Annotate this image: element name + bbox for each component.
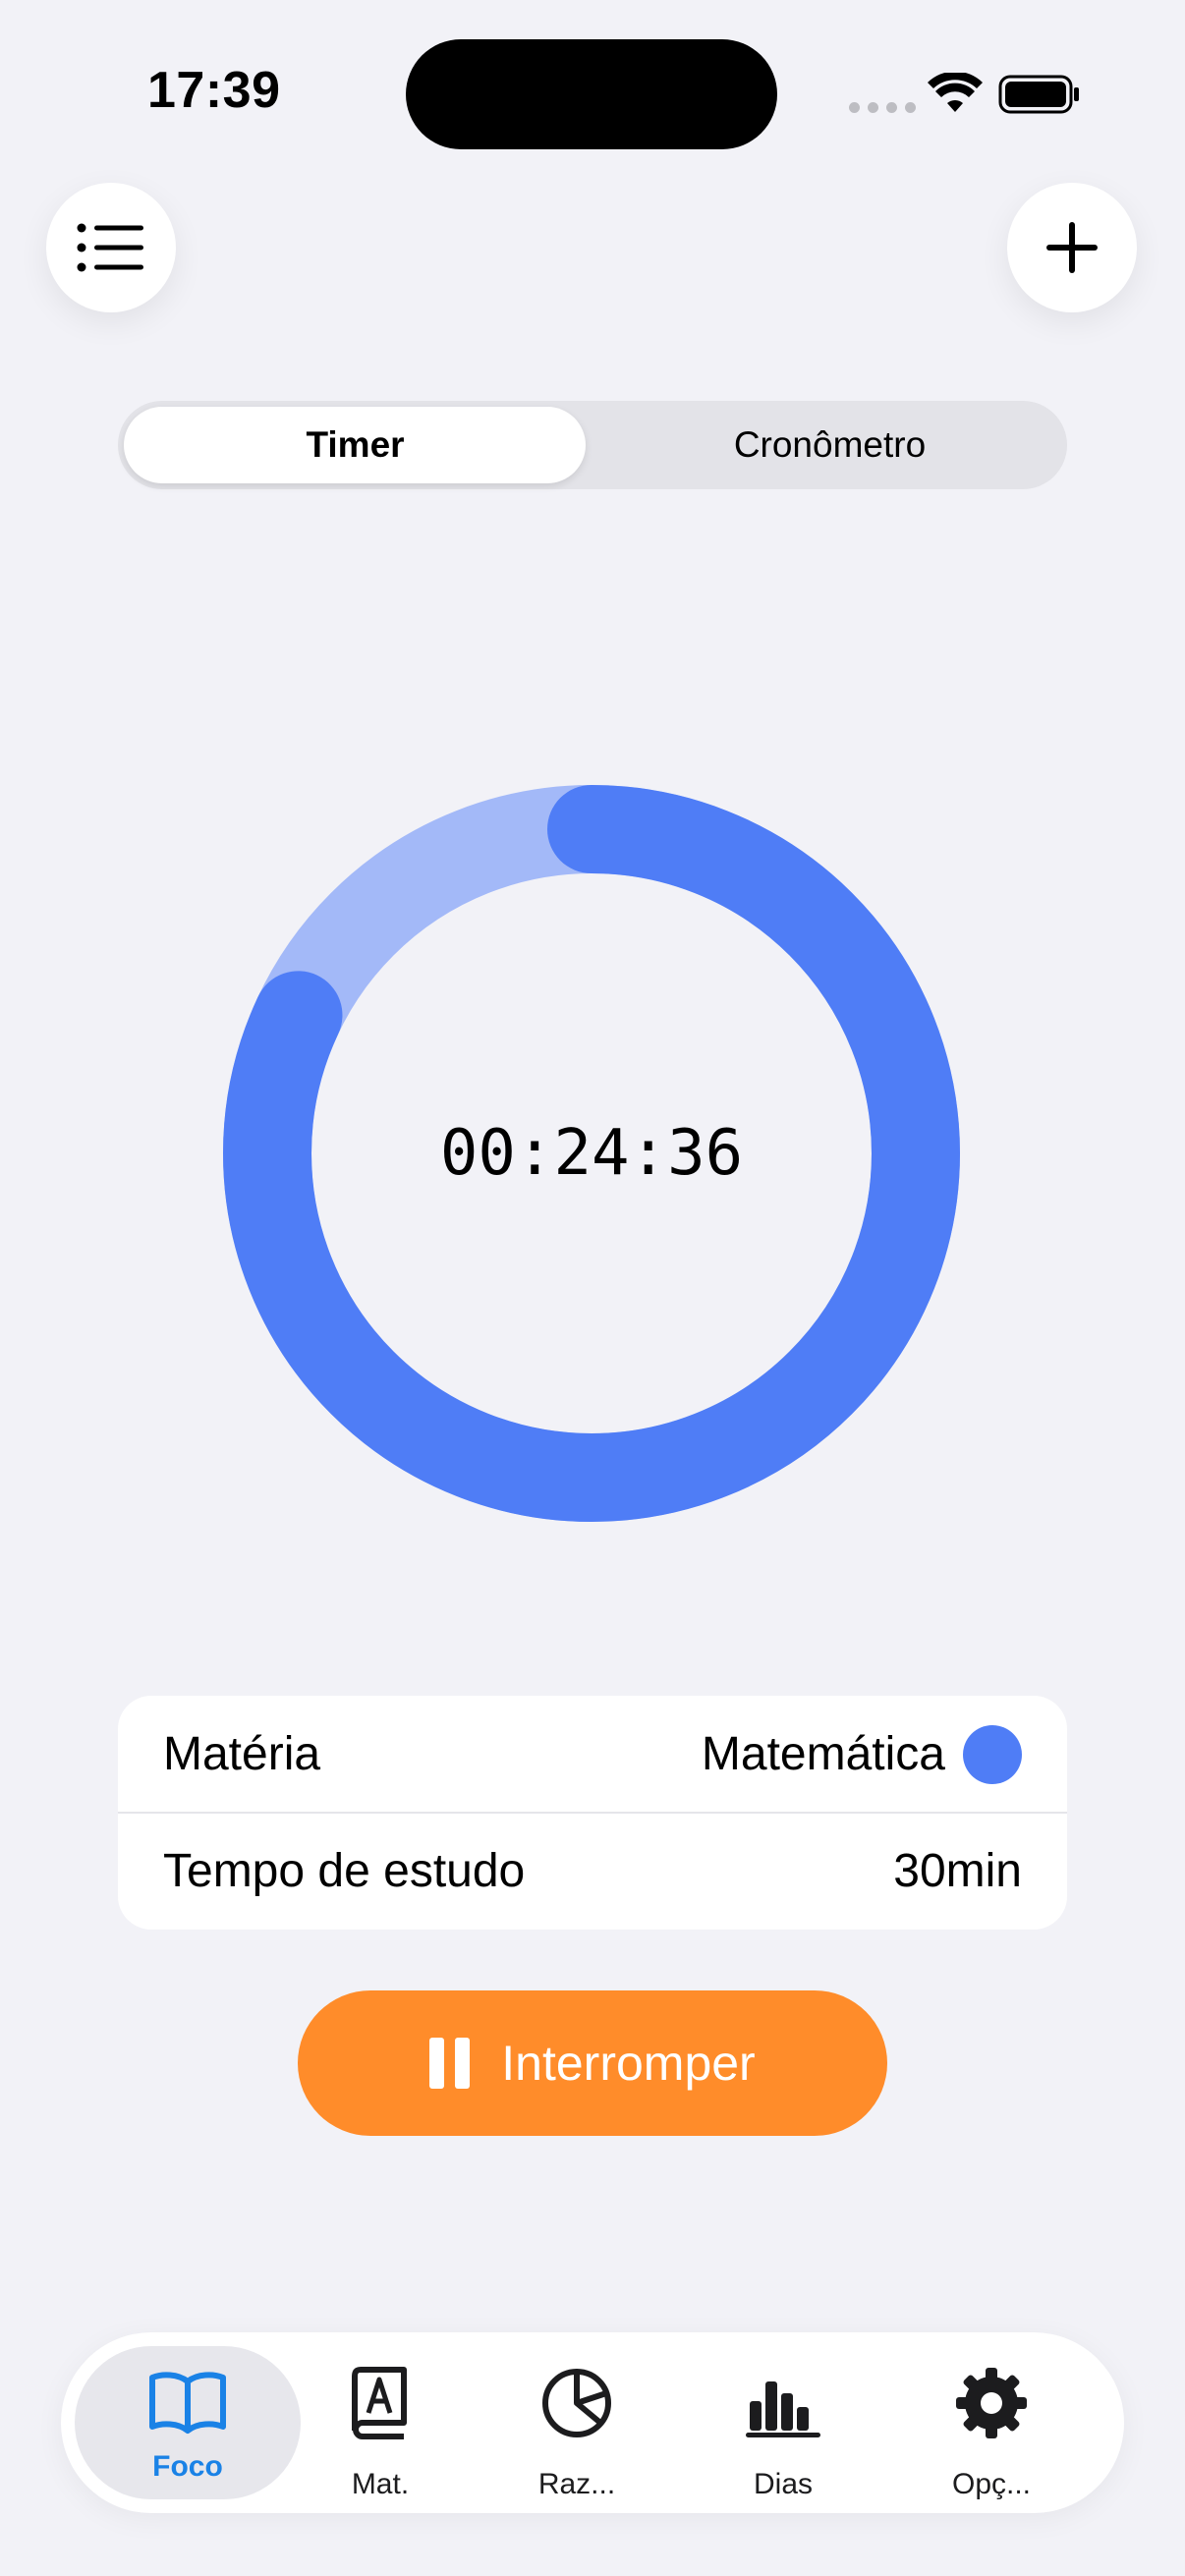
- subject-label: Matéria: [163, 1728, 321, 1780]
- list-icon: [77, 223, 143, 272]
- wifi-icon: [928, 73, 983, 112]
- subject-row[interactable]: Matéria Matemática: [163, 1696, 1022, 1813]
- battery-icon: [998, 75, 1079, 114]
- segment-cronometro[interactable]: Cronômetro: [592, 401, 1067, 489]
- tab-materias[interactable]: Mat.: [282, 2332, 479, 2513]
- tab-opcoes[interactable]: Opç...: [893, 2332, 1090, 2513]
- dynamic-island: [406, 39, 777, 149]
- interrupt-label: Interromper: [501, 2036, 756, 2091]
- segment-timer[interactable]: Timer: [118, 401, 592, 489]
- status-time: 17:39: [147, 62, 281, 119]
- subject-color-dot: [963, 1725, 1022, 1784]
- gear-icon: [956, 2368, 1027, 2438]
- cellular-signal-icon: [849, 102, 916, 113]
- tab-dias[interactable]: Dias: [685, 2332, 881, 2513]
- tab-razoes-label: Raz...: [537, 2468, 616, 2500]
- session-details-card: Matéria Matemática Tempo de estudo 30min: [118, 1696, 1067, 1930]
- mode-segmented-control: Timer Cronômetro: [118, 401, 1067, 489]
- study-time-label: Tempo de estudo: [163, 1845, 526, 1897]
- study-time-value: 30min: [893, 1845, 1022, 1897]
- tab-foco[interactable]: Foco: [89, 2332, 286, 2513]
- book-letter-a-icon: [352, 2367, 407, 2439]
- tab-dias-label: Dias: [753, 2468, 813, 2500]
- tab-materias-label: Mat.: [351, 2468, 410, 2500]
- tab-foco-label: Foco: [152, 2450, 223, 2483]
- add-button[interactable]: [1007, 183, 1137, 312]
- pause-icon: [429, 2038, 471, 2089]
- bar-chart-icon: [746, 2381, 820, 2437]
- study-time-row[interactable]: Tempo de estudo 30min: [163, 1813, 1022, 1930]
- plus-icon: [1046, 222, 1098, 273]
- interrupt-button[interactable]: Interromper: [298, 1990, 887, 2136]
- list-menu-button[interactable]: [46, 183, 176, 312]
- book-open-icon: [149, 2372, 226, 2434]
- pie-chart-icon: [542, 2369, 611, 2437]
- tab-opcoes-label: Opç...: [951, 2468, 1032, 2500]
- timer-display: 00:24:36: [439, 1117, 744, 1190]
- subject-value: Matemática: [701, 1728, 945, 1780]
- tab-bar: Foco Mat. Raz... Dias Opç...: [61, 2332, 1124, 2513]
- tab-razoes[interactable]: Raz...: [479, 2332, 675, 2513]
